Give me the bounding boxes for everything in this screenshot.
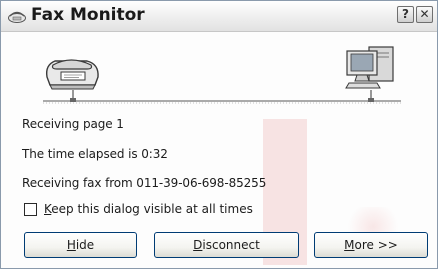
more-mnemonic: M [344,238,355,252]
more-button[interactable]: More >> [314,232,428,258]
hide-label: ide [75,238,95,252]
keep-visible-label[interactable]: Keep this dialog visible at all times [44,202,253,216]
elapsed-time-text: The time elapsed is 0:32 [22,147,168,161]
hide-mnemonic: H [66,238,76,252]
fax-monitor-icon [8,11,26,23]
computer-icon [345,46,394,89]
fax-connector-node [70,98,76,102]
disconnect-label: isconnect [202,238,260,252]
sender-number-text: Receiving fax from 011-39-06-698-85255 [22,176,267,190]
more-label: ore >> [354,238,398,252]
help-button[interactable]: ? [397,6,414,23]
title-bar: Fax Monitor ? ✕ [1,1,437,32]
close-button[interactable]: ✕ [416,6,433,23]
window-title: Fax Monitor [31,5,145,25]
computer-connector-node [368,98,374,102]
page-status-text: Receiving page 1 [22,117,124,131]
fax-machine-icon [45,59,99,90]
disconnect-button[interactable]: Disconnect [154,232,299,258]
keep-visible-checkbox[interactable] [24,203,37,216]
keep-visible-label-text: eep this dialog visible at all times [51,202,253,216]
fax-monitor-window: Fax Monitor ? ✕ Receiving page 1 The tim… [0,0,438,269]
hide-button[interactable]: Hide [24,232,137,258]
